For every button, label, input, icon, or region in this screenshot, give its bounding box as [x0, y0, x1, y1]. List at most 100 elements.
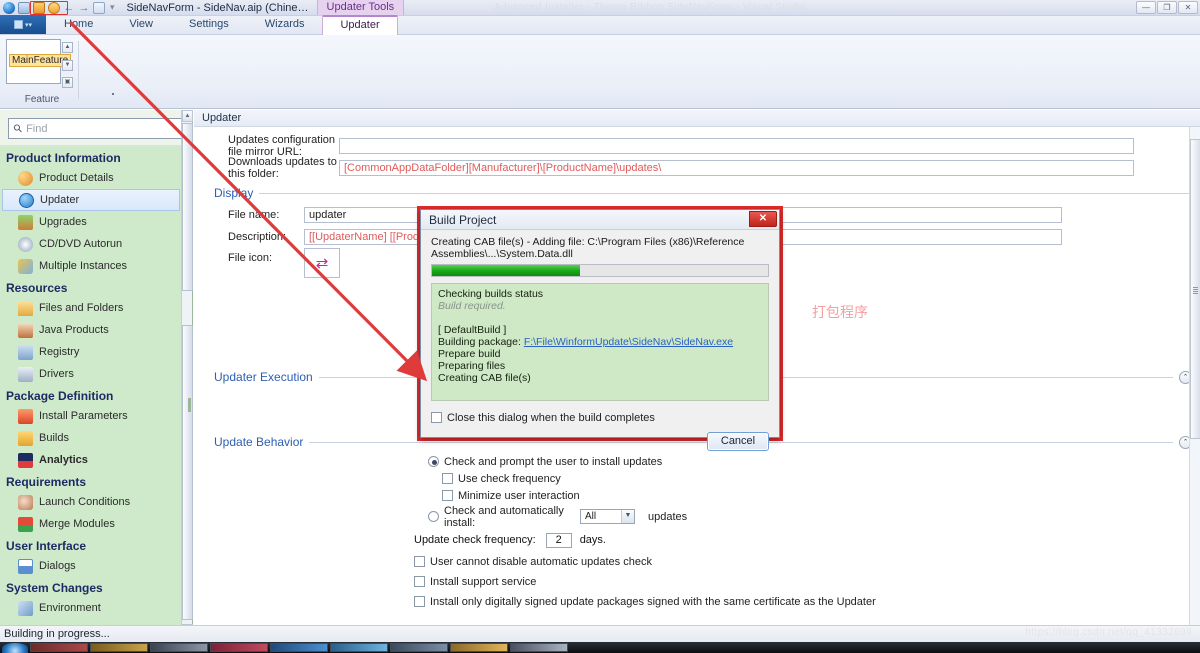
- scrollbar-thumb-lower[interactable]: [182, 325, 193, 620]
- sidebar-item-files-and-folders[interactable]: Files and Folders: [0, 297, 182, 319]
- frequency-unit: days.: [580, 534, 606, 546]
- scrollbar-up-arrow-icon[interactable]: ▲: [182, 110, 193, 122]
- chevron-down-icon[interactable]: ▼: [621, 510, 634, 523]
- qat-dropdown-icon[interactable]: ▾: [108, 2, 117, 13]
- dialog-close-button[interactable]: ✕: [749, 211, 777, 227]
- close-button[interactable]: ✕: [1178, 1, 1198, 14]
- feature-scroll-spinner: ▲ ▼ ▣: [62, 42, 73, 88]
- sidebar-item-cd-dvd-autorun[interactable]: CD/DVD Autorun: [0, 233, 182, 255]
- taskbar-item[interactable]: [150, 643, 208, 652]
- scrollbar-thumb[interactable]: [182, 123, 193, 291]
- checkbox-label: Use check frequency: [458, 473, 561, 485]
- app-orb-icon[interactable]: [3, 2, 15, 14]
- cancel-button[interactable]: Cancel: [707, 432, 769, 451]
- sidebar-item-label: Merge Modules: [39, 518, 115, 530]
- navigation-sidebar: ⚲ Find Product Information Product Detai…: [0, 110, 193, 636]
- tab-wizards[interactable]: Wizards: [247, 14, 323, 34]
- sidebar-item-label: Files and Folders: [39, 302, 123, 314]
- sidebar-splitter-handle[interactable]: [188, 398, 191, 412]
- taskbar-item[interactable]: [390, 643, 448, 652]
- sidebar-item-multiple-instances[interactable]: Multiple Instances: [0, 255, 182, 277]
- nav-group-system-changes: System Changes: [0, 577, 182, 597]
- sync-arrows-icon: ⇄: [316, 257, 329, 270]
- sidebar-item-install-parameters[interactable]: Install Parameters: [0, 405, 182, 427]
- ribbon-tab-strip: ▾▾ Home View Settings Wizards Updater: [0, 16, 1200, 35]
- status-bar: Building in progress... https://blog.csd…: [0, 625, 1200, 642]
- checkbox-install-support-service[interactable]: Install support service: [414, 573, 1200, 590]
- mirror-url-label: Updates configuration file mirror URL:: [194, 134, 339, 158]
- taskbar-item[interactable]: [210, 643, 268, 652]
- sidebar-scrollbar[interactable]: ▲ ▼: [181, 110, 192, 636]
- spinner-up-button[interactable]: ▲: [62, 42, 73, 53]
- taskbar-item[interactable]: [510, 643, 568, 652]
- checkbox-box[interactable]: [442, 473, 453, 484]
- start-button-icon[interactable]: [2, 643, 28, 653]
- radio-box[interactable]: [428, 511, 439, 522]
- radio-check-and-auto-install[interactable]: Check and automatically install: All ▼ u…: [428, 508, 1200, 525]
- save-icon[interactable]: [18, 2, 30, 14]
- checkbox-use-check-frequency[interactable]: Use check frequency: [442, 470, 1200, 487]
- tab-view[interactable]: View: [111, 14, 171, 34]
- radio-box[interactable]: [428, 456, 439, 467]
- mail-icon[interactable]: [93, 2, 105, 14]
- multiple-instances-icon: [18, 259, 33, 274]
- file-menu-button[interactable]: ▾▾: [0, 15, 46, 34]
- build-status-line: Creating CAB file(s) - Adding file: C:\P…: [431, 236, 769, 260]
- tab-settings[interactable]: Settings: [171, 14, 247, 34]
- checkbox-install-signed-only[interactable]: Install only digitally signed update pac…: [414, 593, 1200, 610]
- sidebar-item-updater[interactable]: Updater: [2, 189, 180, 211]
- build-package-link[interactable]: F:\File\WinformUpdate\SideNav\SideNav.ex…: [524, 336, 733, 348]
- checkbox-user-cannot-disable[interactable]: User cannot disable automatic updates ch…: [414, 553, 1200, 570]
- sidebar-item-label: Builds: [39, 432, 69, 444]
- sidebar-item-builds[interactable]: Builds: [0, 427, 182, 449]
- taskbar-item[interactable]: [450, 643, 508, 652]
- frequency-input[interactable]: 2: [546, 533, 572, 548]
- sidebar-item-analytics[interactable]: Analytics: [0, 449, 182, 471]
- field-row-check-frequency: Update check frequency: 2 days.: [414, 530, 1200, 550]
- main-scrollbar[interactable]: [1189, 127, 1200, 636]
- search-icon: ⚲: [11, 121, 26, 136]
- dialog-title: Build Project: [429, 213, 496, 227]
- sidebar-item-label: Multiple Instances: [39, 260, 127, 272]
- sidebar-item-environment[interactable]: Environment: [0, 597, 182, 619]
- taskbar-item[interactable]: [330, 643, 388, 652]
- mirror-url-input[interactable]: [339, 138, 1134, 154]
- nav-group-requirements: Requirements: [0, 471, 182, 491]
- nav-group-user-interface: User Interface: [0, 535, 182, 555]
- download-folder-input[interactable]: [CommonAppDataFolder][Manufacturer]\[Pro…: [339, 160, 1134, 176]
- sidebar-item-launch-conditions[interactable]: Launch Conditions: [0, 491, 182, 513]
- update-scope-select[interactable]: All ▼: [580, 509, 635, 524]
- sidebar-item-label: Install Parameters: [39, 410, 128, 422]
- search-input[interactable]: ⚲ Find: [8, 118, 184, 139]
- sidebar-item-registry[interactable]: Registry: [0, 341, 182, 363]
- sidebar-item-product-details[interactable]: Product Details: [0, 167, 182, 189]
- tab-updater[interactable]: Updater: [322, 15, 397, 35]
- log-line-4-prefix: Building package:: [438, 336, 524, 348]
- taskbar-item[interactable]: [90, 643, 148, 652]
- dialog-body: Creating CAB file(s) - Adding file: C:\P…: [421, 230, 779, 401]
- maximize-button[interactable]: ❐: [1157, 1, 1177, 14]
- sidebar-item-upgrades[interactable]: Upgrades: [0, 211, 182, 233]
- log-blank: [438, 312, 762, 324]
- checkbox-close-when-complete[interactable]: Close this dialog when the build complet…: [431, 409, 655, 426]
- sidebar-item-label: Upgrades: [39, 216, 87, 228]
- sidebar-item-java-products[interactable]: Java Products: [0, 319, 182, 341]
- file-icon-preview[interactable]: ⇄: [304, 248, 340, 278]
- redo-icon[interactable]: →: [78, 2, 90, 14]
- taskbar-item[interactable]: [270, 643, 328, 652]
- checkbox-box[interactable]: [431, 412, 442, 423]
- checkbox-box[interactable]: [414, 556, 425, 567]
- checkbox-box[interactable]: [414, 576, 425, 587]
- checkbox-box[interactable]: [414, 596, 425, 607]
- checkbox-minimize-user-interaction[interactable]: Minimize user interaction: [442, 487, 1200, 504]
- spinner-expand-button[interactable]: ▣: [62, 77, 73, 88]
- sidebar-item-dialogs[interactable]: Dialogs: [0, 555, 182, 577]
- minimize-button[interactable]: —: [1136, 1, 1156, 14]
- sidebar-item-merge-modules[interactable]: Merge Modules: [0, 513, 182, 535]
- tab-home[interactable]: Home: [46, 14, 111, 34]
- radio-check-and-prompt[interactable]: Check and prompt the user to install upd…: [428, 453, 1200, 470]
- spinner-down-button[interactable]: ▼: [62, 60, 73, 71]
- sidebar-item-drivers[interactable]: Drivers: [0, 363, 182, 385]
- checkbox-box[interactable]: [442, 490, 453, 501]
- taskbar-item[interactable]: [30, 643, 88, 652]
